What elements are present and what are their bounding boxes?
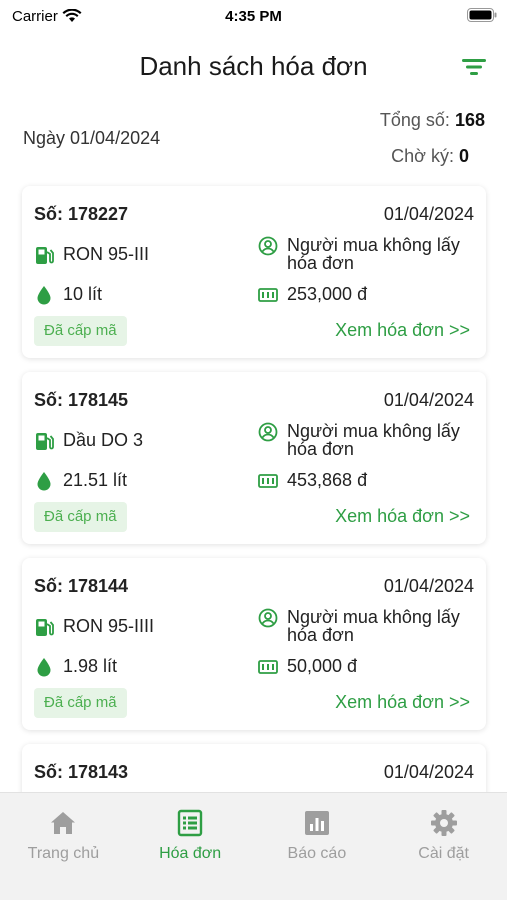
fuel-name: RON 95-IIII [63, 616, 155, 636]
tab-label: Báo cáo [287, 845, 347, 862]
page-header: Danh sách hóa đơn [0, 32, 507, 100]
fuel-name: RON 95-III [63, 244, 150, 264]
fuel-pump-icon [36, 432, 54, 450]
money-icon [258, 473, 278, 488]
pending-label: Chờ ký: [391, 146, 454, 166]
status-badge: Đã cấp mã [34, 688, 127, 718]
buyer-info: Người mua không lấy hóa đơn [258, 236, 487, 272]
amount-value: 453,868 đ [287, 470, 368, 490]
pending-count: Chờ ký: 0 [391, 146, 469, 167]
filter-icon[interactable] [459, 52, 489, 82]
gear-icon [430, 810, 457, 836]
tab-label: Cài đặt [418, 845, 469, 862]
droplet-icon [37, 285, 51, 304]
tab-reports[interactable]: Báo cáo [254, 793, 381, 900]
money-icon [258, 287, 278, 302]
invoice-amount: 253,000 đ [258, 284, 367, 305]
fuel-pump-icon [36, 618, 54, 636]
battery-icon [467, 8, 497, 22]
clock: 4:35 PM [225, 7, 282, 25]
amount-value: 253,000 đ [287, 284, 368, 304]
invoice-card[interactable]: Số: 178143 01/04/2024 [22, 744, 486, 792]
user-circle-icon [258, 236, 278, 256]
invoice-number: Số: 178145 [34, 390, 129, 410]
total-label: Tổng số: [379, 110, 450, 130]
buyer-info: Người mua không lấy hóa đơn [258, 608, 487, 644]
quantity-value: 21.51 lít [63, 470, 128, 490]
invoice-date: 01/04/2024 [383, 762, 474, 782]
money-icon [258, 659, 278, 674]
fuel-type: RON 95-IIII [34, 616, 154, 637]
invoice-number: Số: 178143 [34, 762, 129, 782]
page-title: Danh sách hóa đơn [139, 50, 368, 81]
droplet-icon [37, 657, 51, 676]
quantity-value: 1.98 lít [63, 656, 118, 676]
tab-label: Hóa đơn [159, 845, 222, 862]
invoice-number: Số: 178144 [34, 576, 129, 596]
tab-label: Trang chủ [27, 845, 100, 862]
invoice-date: 01/04/2024 [383, 204, 474, 224]
fuel-quantity: 21.51 lít [34, 470, 127, 491]
amount-value: 50,000 đ [287, 656, 358, 676]
pending-value: 0 [458, 146, 469, 166]
status-badge: Đã cấp mã [34, 502, 127, 532]
invoice-date: 01/04/2024 [383, 576, 474, 596]
buyer-info: Người mua không lấy hóa đơn [258, 422, 487, 458]
invoice-amount: 50,000 đ [258, 656, 357, 677]
quantity-value: 10 lít [63, 284, 103, 304]
tab-settings[interactable]: Cài đặt [380, 793, 507, 900]
fuel-name: Dầu DO 3 [63, 430, 144, 450]
view-invoice-link[interactable]: Xem hóa đơn >> [335, 320, 470, 341]
invoice-list[interactable]: Số: 178227 01/04/2024 RON 95-III Người m… [0, 178, 507, 792]
fuel-pump-icon [36, 246, 54, 264]
invoice-card[interactable]: Số: 178144 01/04/2024 RON 95-IIII Người … [22, 558, 486, 730]
summary-panel: Ngày 01/04/2024 Tổng số: 168 Chờ ký: 0 [0, 100, 507, 178]
date-label: Ngày 01/04/2024 [23, 128, 161, 148]
invoice-card[interactable]: Số: 178227 01/04/2024 RON 95-III Người m… [22, 186, 486, 358]
fuel-type: Dầu DO 3 [34, 430, 143, 451]
user-circle-icon [258, 422, 278, 442]
invoice-number: Số: 178227 [34, 204, 129, 224]
view-invoice-link[interactable]: Xem hóa đơn >> [335, 692, 470, 713]
bottom-tab-bar: Trang chủ Hóa đơn Báo cáo Cài đặt [0, 792, 507, 900]
invoice-amount: 453,868 đ [258, 470, 367, 491]
tab-home[interactable]: Trang chủ [0, 793, 127, 900]
invoice-card[interactable]: Số: 178145 01/04/2024 Dầu DO 3 Người mua… [22, 372, 486, 544]
total-count: Tổng số: 168 [380, 110, 485, 131]
user-circle-icon [258, 608, 278, 628]
total-value: 168 [454, 110, 485, 130]
fuel-type: RON 95-III [34, 244, 149, 265]
status-badge: Đã cấp mã [34, 316, 127, 346]
droplet-icon [37, 471, 51, 490]
status-bar: Carrier 4:35 PM [0, 0, 507, 32]
tab-invoices[interactable]: Hóa đơn [127, 793, 254, 900]
invoice-date: 01/04/2024 [383, 390, 474, 410]
fuel-quantity: 1.98 lít [34, 656, 117, 677]
report-chart-icon [304, 811, 329, 835]
view-invoice-link[interactable]: Xem hóa đơn >> [335, 506, 470, 527]
buyer-name: Người mua không lấy hóa đơn [287, 235, 460, 273]
buyer-name: Người mua không lấy hóa đơn [287, 607, 460, 645]
home-icon [51, 812, 76, 834]
fuel-quantity: 10 lít [34, 284, 102, 305]
invoice-list-icon [177, 809, 203, 837]
buyer-name: Người mua không lấy hóa đơn [287, 421, 460, 459]
